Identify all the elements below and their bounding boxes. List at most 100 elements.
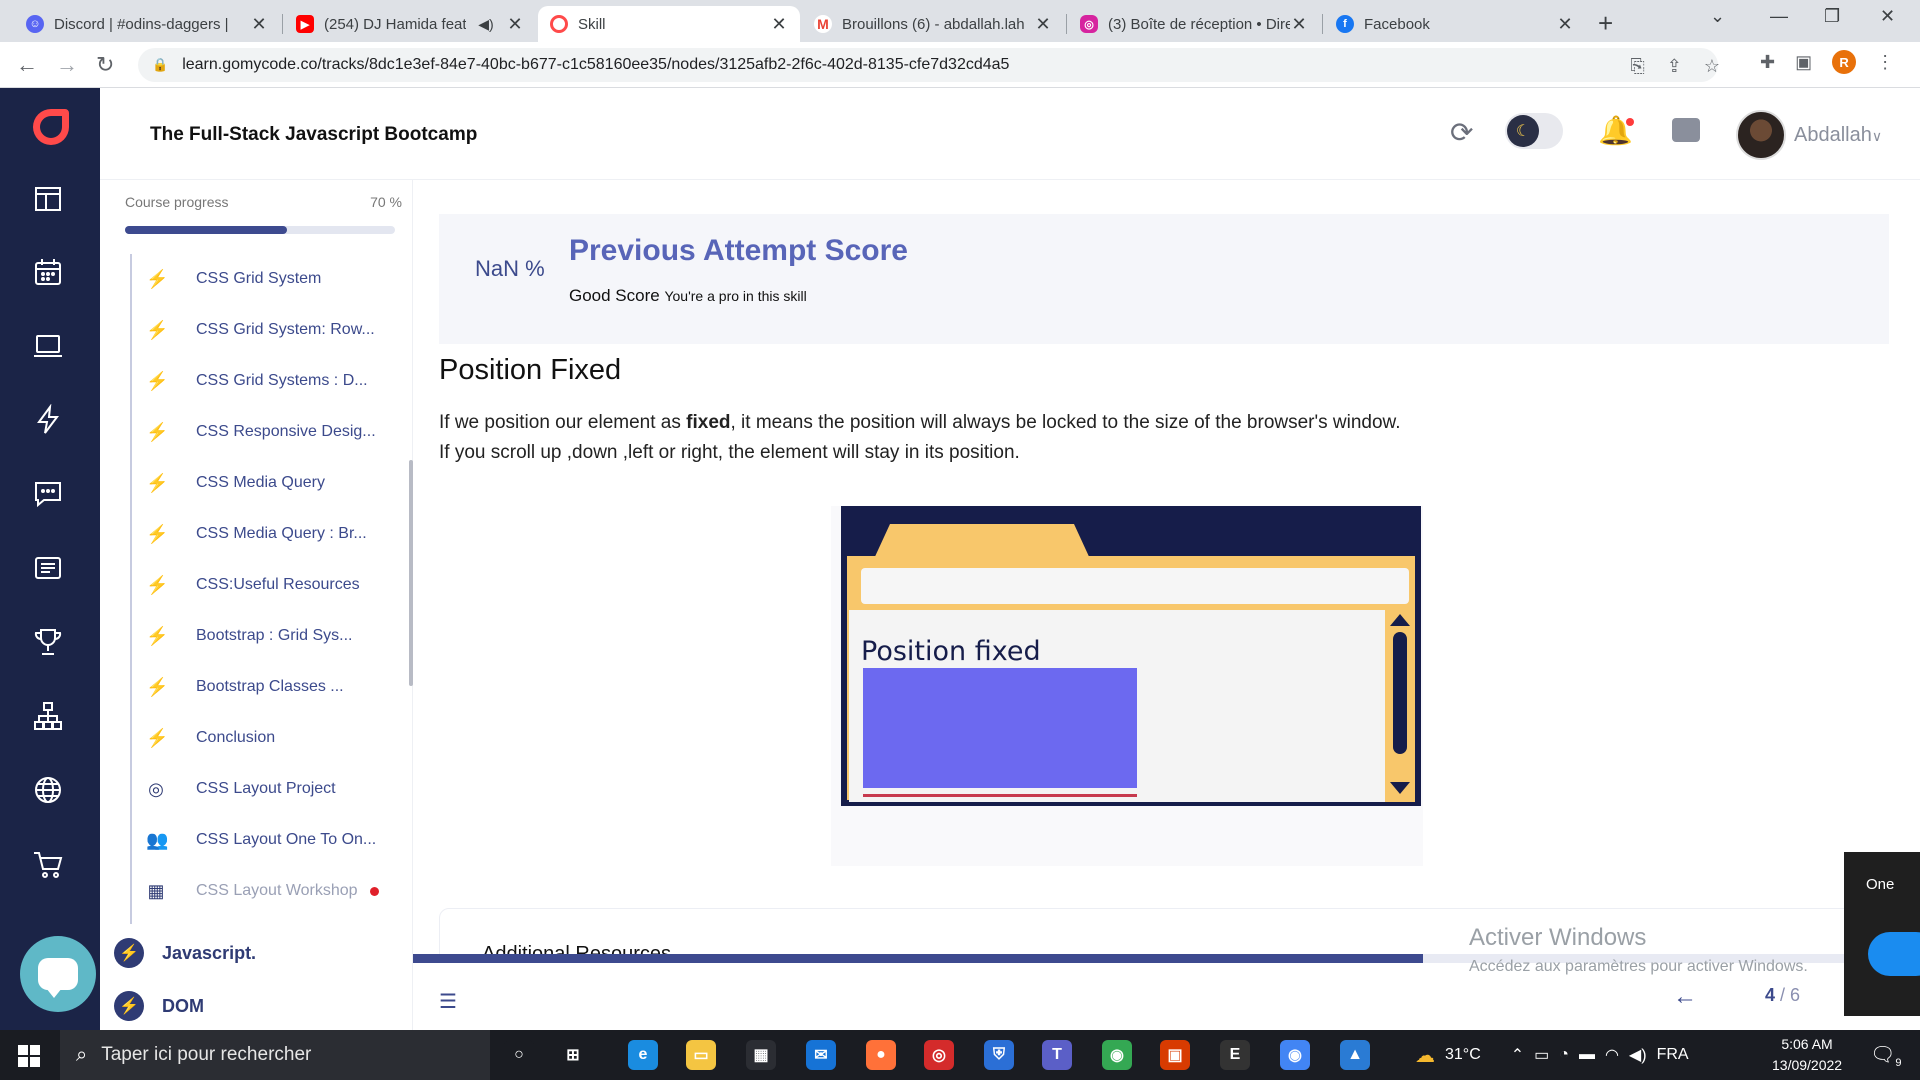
document-icon[interactable]: [30, 550, 66, 586]
teams-icon[interactable]: T: [1042, 1040, 1072, 1070]
close-icon[interactable]: ✕: [1034, 14, 1052, 35]
previous-arrow-icon[interactable]: ←: [1673, 983, 1697, 1011]
weather-icon[interactable]: ☁: [1415, 1043, 1435, 1068]
translate-icon[interactable]: ⎘: [1630, 56, 1644, 77]
chevron-down-icon: ∨: [1871, 128, 1883, 144]
widgets-icon[interactable]: ⊞: [558, 1040, 588, 1070]
tab-gmail[interactable]: M Brouillons (6) - abdallah.lah ✕: [802, 6, 1064, 42]
weather-temp[interactable]: 31°C: [1445, 1046, 1481, 1064]
lesson-item[interactable]: ⚡ CSS Grid System: [132, 254, 402, 304]
chrome-menu-icon[interactable]: ⋮: [1876, 52, 1894, 73]
lesson-item[interactable]: ▦ CSS Layout Workshop: [132, 866, 402, 916]
epic-games-icon[interactable]: E: [1220, 1040, 1250, 1070]
close-icon[interactable]: ✕: [770, 14, 788, 35]
notification-center-icon[interactable]: 🗨9: [1870, 1042, 1902, 1069]
close-icon[interactable]: ✕: [250, 14, 268, 35]
lesson-item[interactable]: ⚡ CSS Media Query : Br...: [132, 509, 402, 559]
support-chat-button[interactable]: [20, 936, 96, 1012]
photos-icon[interactable]: ▲: [1340, 1040, 1370, 1070]
dashboard-icon[interactable]: [30, 180, 66, 216]
globe-icon[interactable]: [30, 772, 66, 808]
lesson-item[interactable]: ⚡ Conclusion: [132, 713, 402, 763]
lesson-item[interactable]: ⚡ CSS Media Query: [132, 458, 402, 508]
minimize-button[interactable]: —: [1770, 6, 1788, 27]
tray-chevron-icon[interactable]: ⌃: [1511, 1045, 1524, 1065]
dark-mode-toggle[interactable]: ☾: [1505, 113, 1563, 149]
tab-discord[interactable]: ☺ Discord | #odins-daggers | ✕: [14, 6, 280, 42]
taskbar-clock[interactable]: 5:06 AM 13/09/2022: [1772, 1034, 1842, 1076]
lesson-item[interactable]: ◎ CSS Layout Project: [132, 764, 402, 814]
course-title: The Full-Stack Javascript Bootcamp: [150, 124, 478, 145]
volume-icon[interactable]: ◀): [1629, 1045, 1647, 1065]
trophy-icon[interactable]: [30, 624, 66, 660]
calendar-icon[interactable]: [30, 254, 66, 290]
section-label: DOM: [162, 995, 204, 1016]
section-item[interactable]: ⚡ DOM: [114, 986, 204, 1026]
chat-icon[interactable]: [30, 476, 66, 512]
chrome-profile-icon[interactable]: ◉: [1280, 1040, 1310, 1070]
tab-facebook[interactable]: f Facebook ✕: [1324, 6, 1586, 42]
mute-icon[interactable]: ◀): [466, 16, 506, 33]
app-sidebar: [0, 88, 100, 1030]
user-menu[interactable]: Abdallah∨: [1794, 124, 1882, 147]
tab-skill[interactable]: Skill ✕: [538, 6, 800, 42]
lesson-item[interactable]: ⚡ CSS Grid Systems : D...: [132, 356, 402, 406]
tab-youtube[interactable]: ▶ (254) DJ Hamida feat. A ◀) ✕: [284, 6, 536, 42]
edge-icon[interactable]: e: [628, 1040, 658, 1070]
tab-instagram[interactable]: ◎ (3) Boîte de réception • Dire ✕: [1068, 6, 1320, 42]
network-icon[interactable]: ◔: [1559, 1046, 1569, 1064]
file-explorer-icon[interactable]: ▭: [686, 1040, 716, 1070]
maximize-button[interactable]: ❐: [1824, 6, 1840, 27]
lesson-item[interactable]: ⚡ Bootstrap : Grid Sys...: [132, 611, 402, 661]
wifi-icon[interactable]: ◠: [1605, 1045, 1619, 1065]
back-button[interactable]: ←: [16, 52, 38, 78]
position-fixed-illustration: Position fixed: [831, 506, 1423, 866]
store-icon[interactable]: ▦: [746, 1040, 776, 1070]
reload-button[interactable]: ↻: [96, 52, 114, 78]
office-icon[interactable]: ▣: [1160, 1040, 1190, 1070]
user-avatar[interactable]: [1736, 110, 1786, 160]
tab-search-icon[interactable]: ⌄: [1710, 6, 1725, 27]
taskbar-search[interactable]: ⌕ Taper ici pour rechercher: [60, 1030, 490, 1080]
close-icon[interactable]: ✕: [1290, 14, 1308, 35]
lesson-item[interactable]: ⚡ CSS:Useful Resources: [132, 560, 402, 610]
gomycode-logo[interactable]: [33, 109, 69, 145]
lightning-icon[interactable]: [30, 402, 66, 438]
tab-separator: [1066, 14, 1067, 34]
game-icon[interactable]: ◎: [924, 1040, 954, 1070]
task-view-icon[interactable]: ○: [504, 1040, 534, 1070]
cart-icon[interactable]: [30, 846, 66, 882]
side-panel-icon[interactable]: ▣: [1795, 52, 1812, 73]
bookmark-star-icon[interactable]: ☆: [1704, 56, 1720, 77]
page-indicator: 4 / 6: [1765, 985, 1800, 1006]
lock-icon[interactable]: 🔒: [152, 57, 168, 73]
sitemap-icon[interactable]: [30, 698, 66, 734]
language-indicator[interactable]: FRA: [1657, 1046, 1689, 1064]
tray-app-icon[interactable]: ▭: [1534, 1045, 1549, 1065]
profile-avatar[interactable]: R: [1832, 50, 1857, 74]
refresh-icon[interactable]: ⟳: [1450, 116, 1473, 149]
battery-icon[interactable]: ▬: [1579, 1046, 1595, 1064]
share-icon[interactable]: ⇪: [1667, 56, 1682, 77]
chrome-icon[interactable]: ◉: [1102, 1040, 1132, 1070]
messages-icon[interactable]: [1672, 118, 1700, 142]
mail-icon[interactable]: ✉: [806, 1040, 836, 1070]
laptop-icon[interactable]: [30, 328, 66, 364]
address-bar[interactable]: 🔒 learn.gomycode.co/tracks/8dc1e3ef-84e7…: [138, 48, 1718, 82]
close-icon[interactable]: ✕: [1556, 14, 1574, 35]
security-icon[interactable]: ⛨: [984, 1040, 1014, 1070]
firefox-icon[interactable]: ●: [866, 1040, 896, 1070]
lesson-item[interactable]: ⚡ CSS Responsive Desig...: [132, 407, 402, 457]
lesson-list-toggle-icon[interactable]: ☰: [439, 989, 457, 1014]
close-window-button[interactable]: ✕: [1880, 6, 1895, 27]
lesson-item[interactable]: 👥 CSS Layout One To On...: [132, 815, 402, 865]
forward-button[interactable]: →: [56, 52, 78, 78]
new-tab-button[interactable]: +: [1598, 8, 1613, 39]
close-icon[interactable]: ✕: [506, 14, 524, 35]
lesson-item[interactable]: ⚡ CSS Grid System: Row...: [132, 305, 402, 355]
windows-start-icon[interactable]: [18, 1045, 40, 1067]
onedrive-popup[interactable]: One: [1844, 852, 1920, 1016]
lesson-item[interactable]: ⚡ Bootstrap Classes ...: [132, 662, 402, 712]
section-item[interactable]: ⚡ Javascript.: [114, 933, 256, 973]
extensions-puzzle-icon[interactable]: ✚: [1760, 52, 1775, 73]
